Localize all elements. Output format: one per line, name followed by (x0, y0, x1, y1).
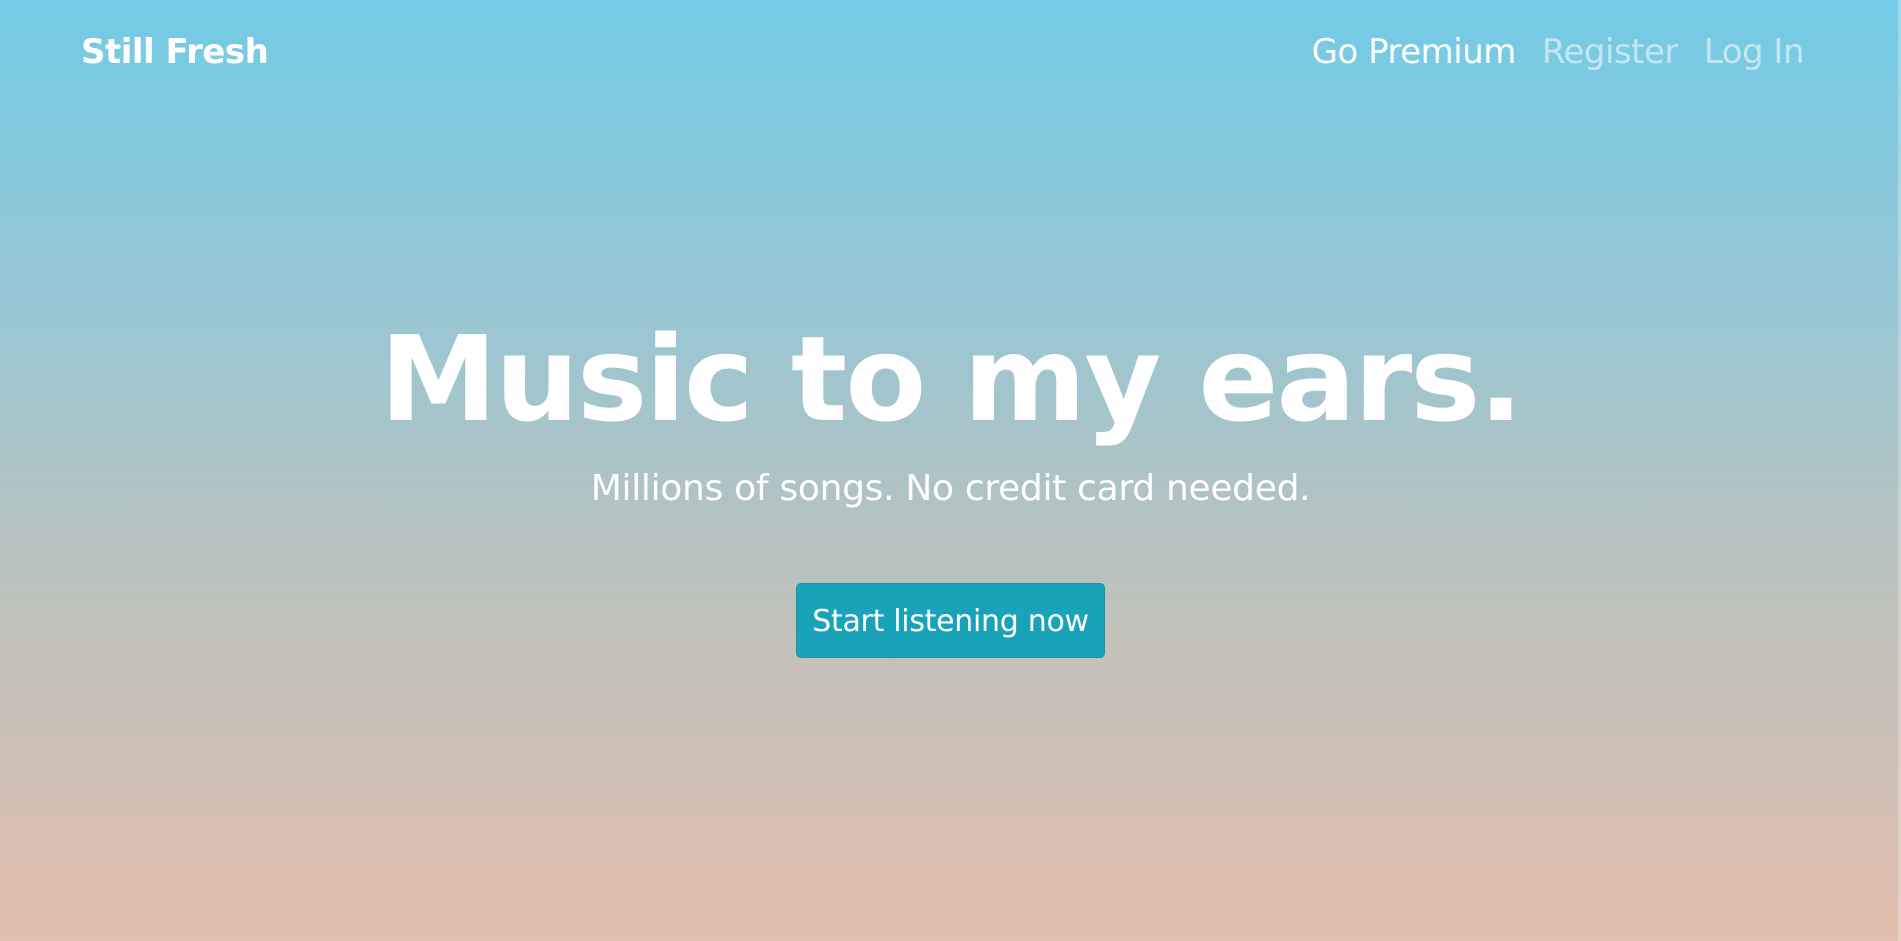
brand-logo[interactable]: Still Fresh (81, 32, 269, 72)
hero-subline: Millions of songs. No credit card needed… (590, 468, 1311, 509)
hero-section: Music to my ears. Millions of songs. No … (0, 320, 1901, 658)
top-navbar: Still Fresh Go Premium Register Log In (0, 0, 1901, 110)
start-listening-button[interactable]: Start listening now (796, 583, 1105, 658)
hero-headline: Music to my ears. (379, 310, 1524, 448)
landing-page: Still Fresh Go Premium Register Log In M… (0, 0, 1901, 941)
nav-links: Go Premium Register Log In (1312, 32, 1805, 72)
nav-link-log-in[interactable]: Log In (1704, 32, 1805, 72)
nav-link-go-premium[interactable]: Go Premium (1312, 32, 1517, 72)
nav-link-register[interactable]: Register (1542, 32, 1678, 72)
